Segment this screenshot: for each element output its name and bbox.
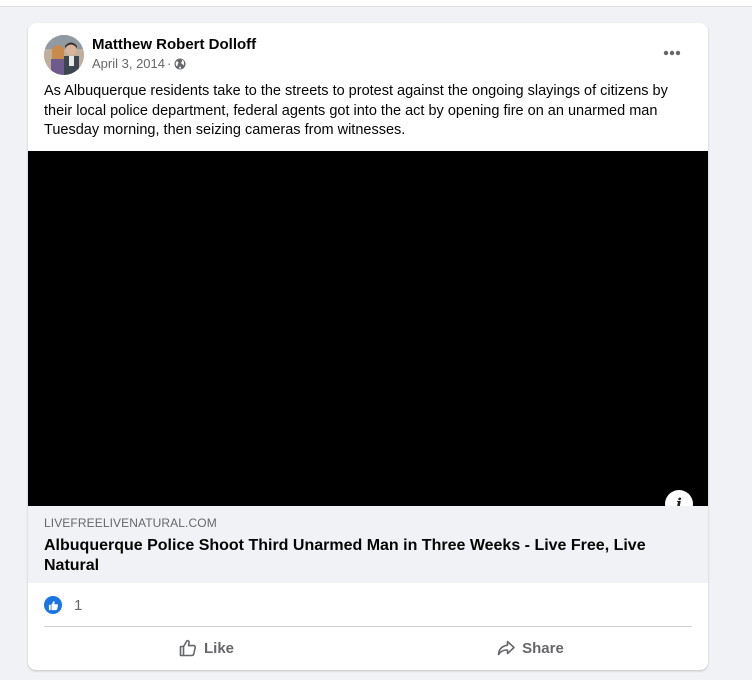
post-meta: April 3, 2014 ·	[92, 56, 186, 71]
more-options-icon	[663, 50, 681, 56]
globe-icon[interactable]	[174, 58, 186, 70]
top-bar-edge	[0, 0, 752, 7]
meta-separator: ·	[167, 56, 172, 71]
post-text: As Albuquerque residents take to the str…	[44, 83, 668, 138]
link-domain: LIVEFREELIVENATURAL.COM	[44, 516, 217, 530]
share-label: Share	[522, 639, 564, 657]
reaction-count: 1	[74, 596, 83, 614]
reactions-summary[interactable]: 1	[44, 595, 82, 615]
post-actions: Like Share	[44, 630, 692, 666]
like-reaction-icon	[44, 596, 62, 614]
thumbs-up-icon	[179, 639, 196, 657]
link-title[interactable]: Albuquerque Police Shoot Third Unarmed M…	[44, 536, 684, 576]
actions-divider	[44, 626, 692, 627]
avatar[interactable]	[44, 35, 84, 75]
link-preview[interactable]: LIVEFREELIVENATURAL.COM Albuquerque Poli…	[28, 506, 708, 583]
scrollbar-track[interactable]	[743, 8, 752, 680]
video-player[interactable]: i	[28, 151, 708, 518]
share-arrow-icon	[497, 640, 515, 656]
like-button[interactable]: Like	[44, 630, 368, 666]
post-date[interactable]: April 3, 2014	[92, 56, 165, 71]
like-label: Like	[203, 639, 234, 657]
post-card: Matthew Robert Dolloff April 3, 2014 · A…	[28, 23, 708, 670]
more-options-button[interactable]	[656, 41, 688, 65]
share-button[interactable]: Share	[368, 630, 692, 666]
author-name[interactable]: Matthew Robert Dolloff	[92, 36, 256, 53]
